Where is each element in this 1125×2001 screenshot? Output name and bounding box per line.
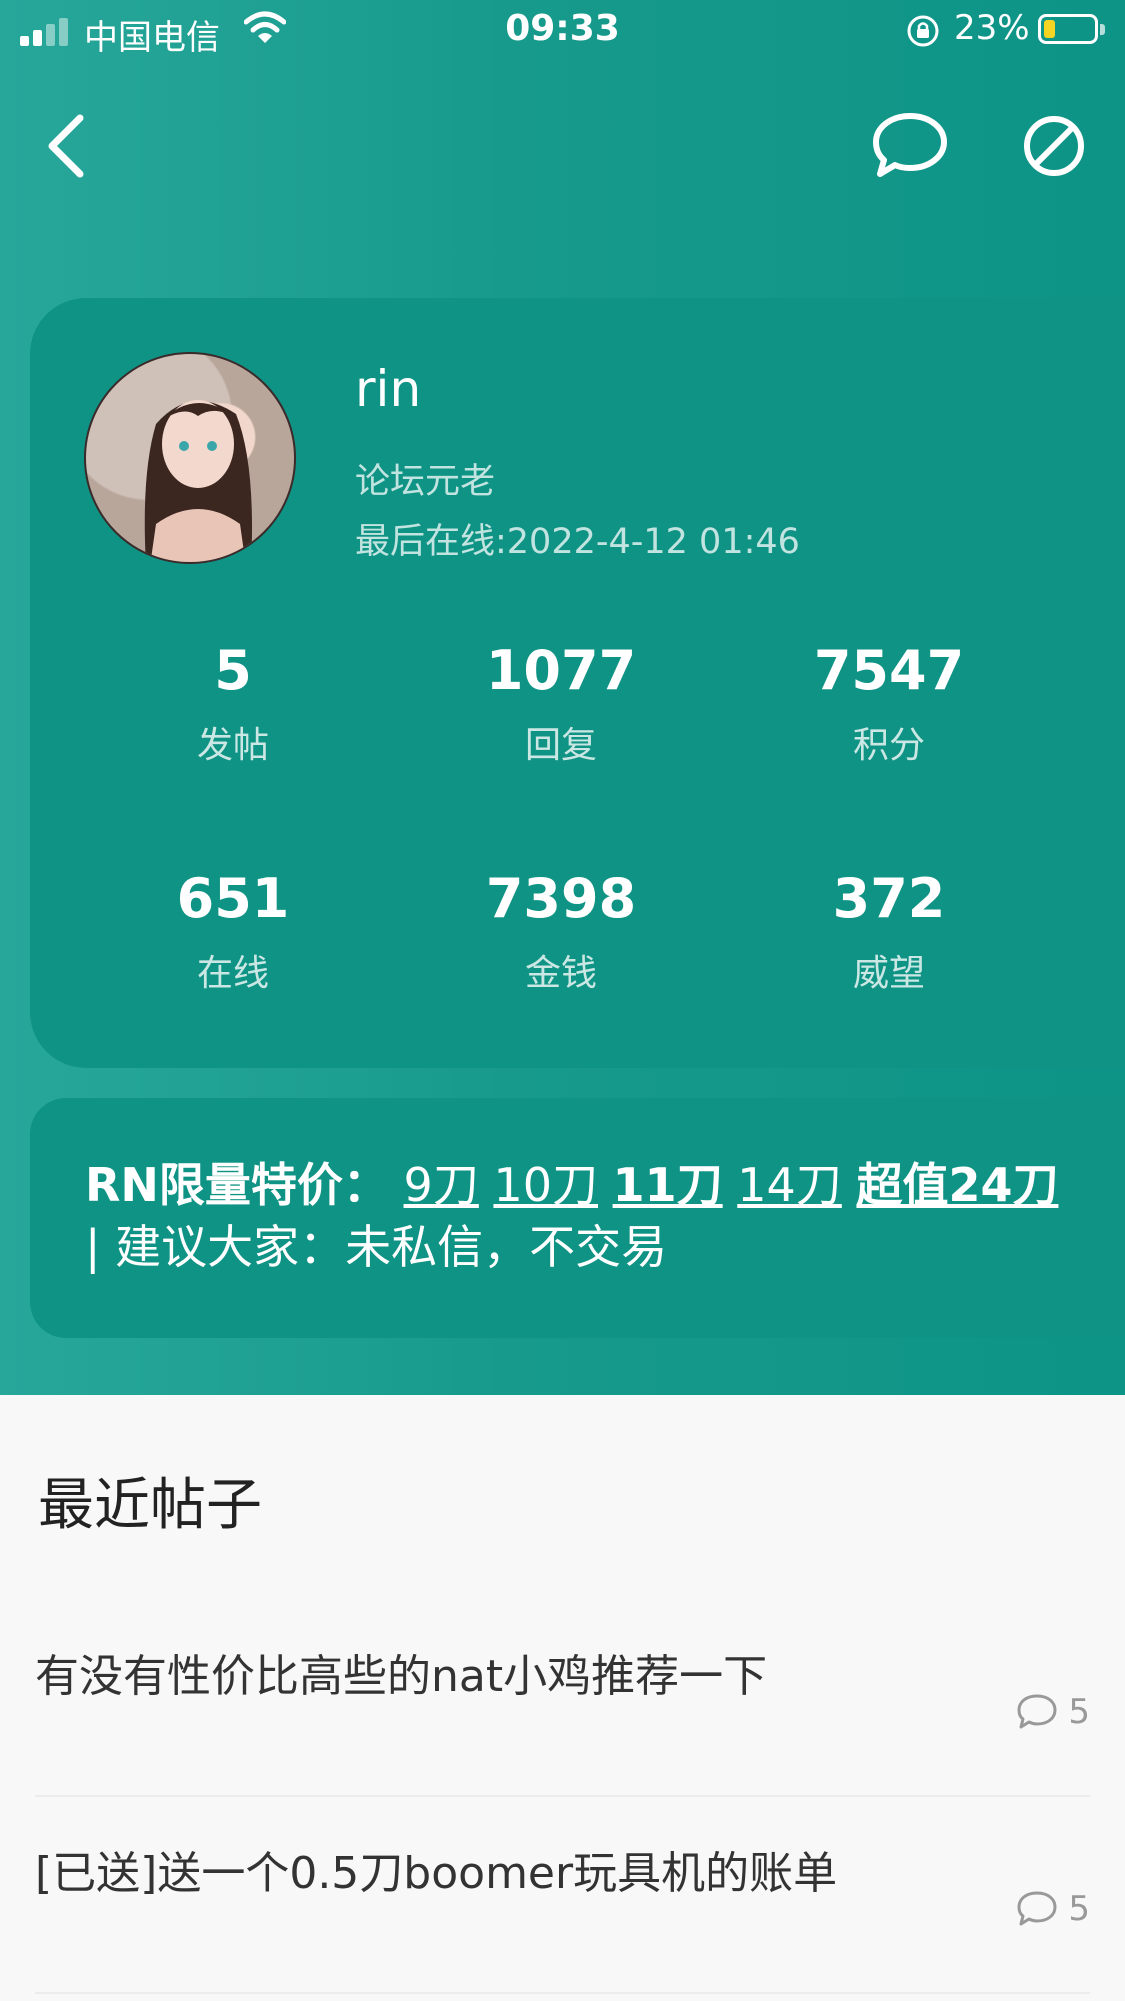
ad-link-10[interactable]: 10刀 (493, 1158, 598, 1212)
stat-label: 积分 (852, 725, 925, 766)
comment-icon (1017, 1694, 1057, 1729)
username: rin (355, 360, 422, 418)
battery-tip (1100, 24, 1105, 35)
ad-link-11[interactable]: 11刀 (613, 1158, 723, 1212)
stat-label: 发帖 (196, 725, 269, 766)
ad-link-14[interactable]: 14刀 (737, 1158, 842, 1212)
stat-value: 1077 (485, 639, 637, 702)
battery-percent: 23% (954, 8, 1030, 48)
stat-value: 7547 (813, 639, 965, 702)
post-comments: 5 (1016, 1889, 1090, 1929)
stat-replies[interactable]: 1077 回复 (401, 644, 721, 768)
stat-label: 威望 (852, 953, 925, 994)
stat-value: 372 (832, 867, 946, 930)
status-bar: 中国电信 09:33 23% (0, 0, 1125, 62)
comment-icon (1017, 1891, 1057, 1926)
ad-banner: RN限量特价： 9刀 10刀 11刀 14刀 超值24刀 | 建议大家：未私信，… (30, 1098, 1125, 1338)
stat-value: 7398 (485, 867, 637, 930)
stat-label: 在线 (196, 953, 269, 994)
post-title[interactable]: 有没有性价比高些的nat小鸡推荐一下 (35, 1640, 767, 1704)
ad-prefix: RN限量特价： (85, 1158, 389, 1212)
back-icon[interactable] (38, 108, 94, 184)
ad-link-9[interactable]: 9刀 (404, 1158, 479, 1212)
battery-icon (1038, 14, 1098, 44)
stat-online[interactable]: 651 在线 (73, 872, 393, 996)
profile-card: rin 论坛元老 最后在线:2022-4-12 01:46 5 发帖 1077 … (30, 298, 1125, 1068)
stat-points[interactable]: 7547 积分 (729, 644, 1049, 768)
stat-label: 金钱 (524, 953, 597, 994)
stat-label: 回复 (524, 725, 597, 766)
stat-money[interactable]: 7398 金钱 (401, 872, 721, 996)
stat-value: 5 (214, 639, 252, 702)
post-comments: 5 (1016, 1692, 1090, 1732)
post-title[interactable]: [已送]送一个0.5刀boomer玩具机的账单 (35, 1837, 837, 1901)
last-online: 最后在线:2022-4-12 01:46 (355, 522, 800, 562)
ad-link-24[interactable]: 超值24刀 (856, 1158, 1058, 1212)
user-role: 论坛元老 (355, 462, 496, 502)
comment-count: 5 (1068, 1692, 1090, 1732)
rotation-lock-icon (907, 15, 939, 47)
list-item[interactable]: [已送]送一个0.5刀boomer玩具机的账单 5 (35, 1797, 1090, 1994)
message-icon[interactable] (870, 110, 950, 182)
profile-header: 中国电信 09:33 23% rin 论坛元老 最后在线:2022-4-12 0… (0, 0, 1125, 1395)
list-item[interactable]: 有没有性价比高些的nat小鸡推荐一下 5 (35, 1600, 1090, 1797)
block-icon[interactable] (1020, 112, 1088, 180)
avatar-image (144, 400, 252, 562)
stat-posts[interactable]: 5 发帖 (73, 644, 393, 768)
ad-suffix: | 建议大家：未私信，不交易 (85, 1220, 668, 1274)
stat-prestige[interactable]: 372 威望 (729, 872, 1049, 996)
avatar[interactable] (84, 352, 296, 564)
stat-value: 651 (176, 867, 290, 930)
recent-posts-title: 最近帖子 (38, 1473, 262, 1538)
battery-level (1044, 20, 1055, 38)
comment-count: 5 (1068, 1889, 1090, 1929)
